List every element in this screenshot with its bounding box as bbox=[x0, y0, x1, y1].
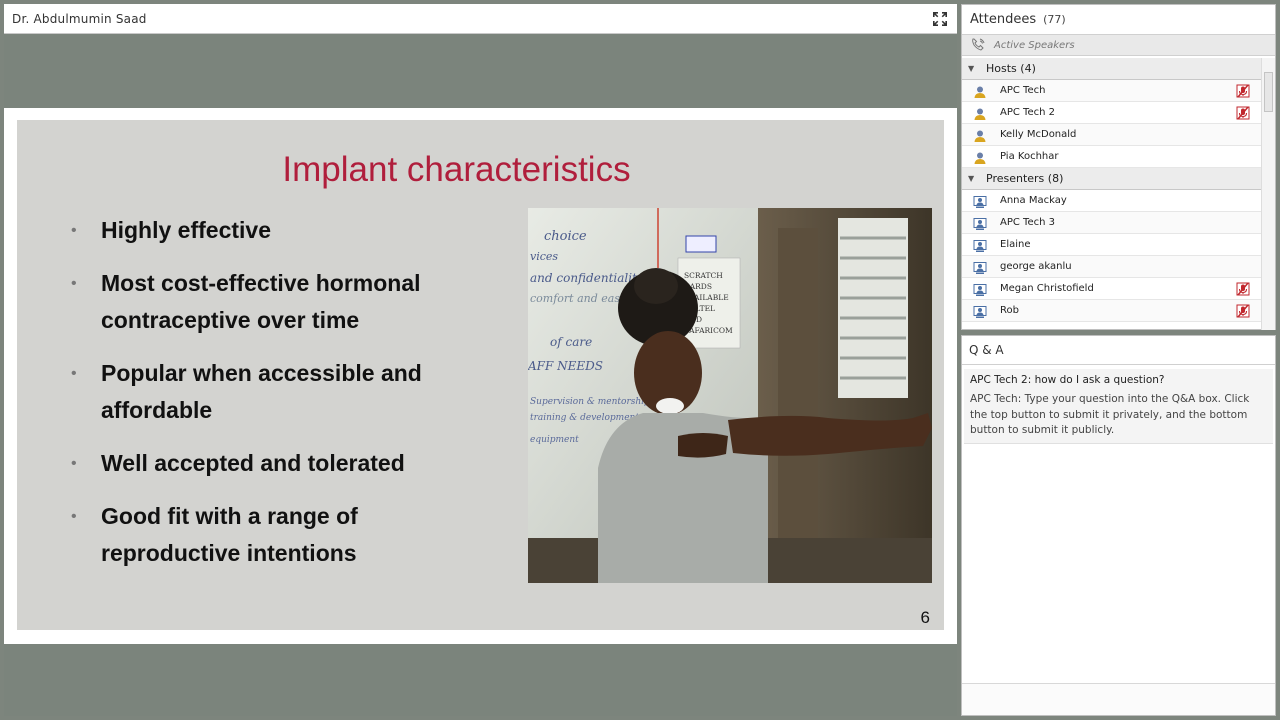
qa-question: APC Tech 2: how do I ask a question? bbox=[970, 374, 1165, 386]
attendee-row[interactable]: Rob bbox=[962, 300, 1261, 322]
svg-text:AFF NEEDS: AFF NEEDS bbox=[528, 359, 603, 373]
presenter-pane: Dr. Abdulmumin Saad Implant characterist… bbox=[4, 4, 957, 716]
attendee-row[interactable]: Megan Christofield bbox=[962, 278, 1261, 300]
fullscreen-icon[interactable] bbox=[931, 10, 949, 28]
presenter-name: Dr. Abdulmumin Saad bbox=[12, 11, 147, 26]
attendees-header: Attendees (77) bbox=[962, 5, 1275, 35]
right-panel: Attendees (77) Active Speakers ▼ Hosts (… bbox=[961, 4, 1276, 716]
svg-text:equipment: equipment bbox=[530, 435, 579, 445]
presenter-icon bbox=[973, 216, 987, 230]
qa-input-area[interactable] bbox=[962, 683, 1275, 715]
svg-text:Supervision & mentorship: Supervision & mentorship bbox=[530, 397, 650, 407]
attendee-row[interactable]: Anna Mackay bbox=[962, 190, 1261, 212]
mic-muted-icon[interactable] bbox=[1235, 281, 1251, 297]
slide: Implant characteristics • Highly effectiv… bbox=[17, 120, 944, 630]
presenter-icon bbox=[973, 260, 987, 274]
collapse-triangle-icon[interactable]: ▼ bbox=[968, 174, 984, 183]
slide-area: Implant characteristics • Highly effectiv… bbox=[4, 108, 957, 644]
bullet-item: • Popular when accessible and affordable bbox=[71, 360, 422, 423]
attendees-count: (77) bbox=[1043, 13, 1066, 26]
host-icon bbox=[973, 106, 987, 120]
attendees-title: Attendees bbox=[970, 12, 1037, 27]
collapse-triangle-icon[interactable]: ▼ bbox=[968, 64, 984, 73]
svg-text:of care: of care bbox=[550, 335, 592, 349]
qa-answer: APC Tech: Type your question into the Q&… bbox=[970, 393, 1250, 436]
attendee-scrollbar[interactable] bbox=[1261, 58, 1275, 330]
bullet-item: • Most cost-effective hormonal contracept… bbox=[71, 270, 421, 333]
mic-muted-icon[interactable] bbox=[1235, 83, 1251, 99]
presenter-icon bbox=[973, 194, 987, 208]
presenter-icon bbox=[973, 238, 987, 252]
active-speakers-label: Active Speakers bbox=[994, 39, 1075, 51]
attendee-row[interactable]: Elaine bbox=[962, 234, 1261, 256]
attendee-row[interactable]: APC Tech bbox=[962, 80, 1261, 102]
scrollbar-thumb[interactable] bbox=[1264, 72, 1273, 112]
presenter-header: Dr. Abdulmumin Saad bbox=[4, 4, 957, 34]
bullet-item: • Good fit with a range of reproductive i… bbox=[71, 503, 358, 566]
presenter-icon bbox=[973, 304, 987, 318]
qa-title: Q & A bbox=[962, 336, 1275, 365]
attendee-row[interactable]: APC Tech 3 bbox=[962, 212, 1261, 234]
svg-text:and confidentiality: and confidentiality bbox=[530, 271, 644, 285]
host-icon bbox=[973, 128, 987, 142]
attendees-panel: Attendees (77) Active Speakers ▼ Hosts (… bbox=[961, 4, 1276, 330]
mic-muted-icon[interactable] bbox=[1235, 303, 1251, 319]
slide-bullets: • Highly effective • Most cost-effective h… bbox=[69, 212, 489, 588]
svg-text:comfort and ease: comfort and ease bbox=[530, 292, 627, 305]
group-hosts[interactable]: ▼ Hosts (4) bbox=[962, 58, 1261, 80]
svg-text:choice: choice bbox=[544, 229, 587, 244]
active-speakers-row: Active Speakers bbox=[962, 35, 1275, 56]
qa-panel: Q & A APC Tech 2: how do I ask a questio… bbox=[961, 335, 1276, 716]
presenter-icon bbox=[973, 282, 987, 296]
qa-entry[interactable]: APC Tech 2: how do I ask a question? APC… bbox=[964, 369, 1273, 444]
attendee-row[interactable]: george akanlu bbox=[962, 256, 1261, 278]
svg-text:vices: vices bbox=[530, 250, 558, 263]
svg-text:SCRATCH: SCRATCH bbox=[684, 271, 723, 280]
bullet-item: • Highly effective bbox=[71, 217, 271, 243]
attendee-row[interactable]: Kelly McDonald bbox=[962, 124, 1261, 146]
slide-page-number: 6 bbox=[920, 608, 930, 627]
attendee-row[interactable]: APC Tech 2 bbox=[962, 102, 1261, 124]
svg-text:training & development: training & development bbox=[530, 413, 639, 423]
group-presenters[interactable]: ▼ Presenters (8) bbox=[962, 168, 1261, 190]
bullet-item: • Well accepted and tolerated bbox=[71, 450, 405, 476]
host-icon bbox=[973, 84, 987, 98]
host-icon bbox=[973, 150, 987, 164]
attendee-list: ▼ Hosts (4) APC Tech APC Tech 2 Kelly Mc… bbox=[962, 58, 1261, 330]
mic-muted-icon[interactable] bbox=[1235, 105, 1251, 121]
attendee-row[interactable]: Pia Kochhar bbox=[962, 146, 1261, 168]
slide-title: Implant characteristics bbox=[282, 150, 631, 189]
slide-photo: choice vices and confidentiality comfort… bbox=[528, 208, 932, 583]
phone-icon bbox=[971, 36, 986, 55]
